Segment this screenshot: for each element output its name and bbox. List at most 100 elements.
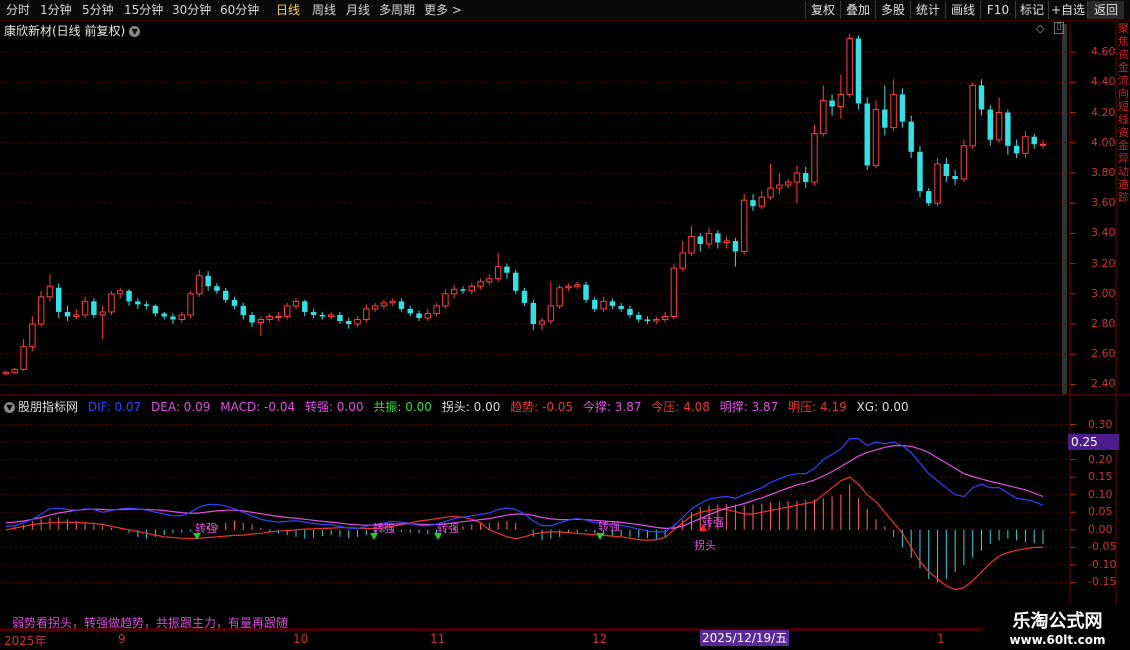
candle-body-up	[820, 99, 827, 135]
candle-body-down	[126, 290, 132, 302]
candle-body-down	[987, 109, 993, 140]
candle-body-down	[319, 314, 326, 317]
candle-body-down	[926, 191, 932, 204]
candle-body-up	[653, 318, 660, 322]
price-tick-label: 3.60	[1091, 196, 1116, 210]
candle-body-down	[864, 103, 870, 166]
candle-body-down	[1031, 136, 1037, 145]
candle-body-down	[231, 299, 238, 306]
candle-body-down	[222, 290, 229, 300]
side-text: 聚焦资金流向短线资金异动追踪	[1118, 22, 1129, 204]
candle-body-down	[56, 287, 62, 312]
date-label: 12	[592, 632, 608, 646]
date-label: 9	[118, 632, 126, 646]
candle-body-up	[670, 267, 678, 317]
selected-date: 2025/12/19/五	[700, 630, 790, 646]
candle-body-up	[723, 240, 730, 243]
date-label: 2025年	[4, 634, 47, 648]
candle-body-up	[450, 288, 458, 295]
candle-body-up	[960, 145, 968, 180]
price-tick-label: 2.60	[1091, 347, 1116, 361]
candle-body-up	[995, 112, 1003, 141]
candle-body-down	[302, 301, 308, 312]
candle-body-up	[178, 314, 185, 320]
candle-body-up	[327, 314, 335, 317]
candle-body-up	[740, 199, 748, 253]
candle-body-up	[767, 187, 774, 198]
candle-body-down	[899, 94, 906, 122]
candle-body-up	[371, 305, 379, 310]
candle-body-down	[978, 85, 985, 110]
candle-body-down	[504, 266, 510, 273]
candle-body-down	[732, 240, 739, 252]
candle-body-up	[574, 284, 581, 287]
slogan-text: 弱势看拐头，转强做趋势，共振跟主力，有量再跟随	[12, 616, 289, 630]
watermark-url: www.60lt.com	[1009, 633, 1106, 647]
candle-body-up	[688, 235, 695, 254]
candle-body-up	[705, 232, 713, 245]
indicator-line: ▼ 股朋指标网 DIF: 0.07 DEA: 0.09 MACD: -0.04 转…	[4, 398, 915, 415]
candle-body-down	[592, 299, 598, 309]
candle-body-down	[1013, 145, 1020, 154]
candle-body-up	[486, 278, 493, 283]
candle-body-down	[135, 301, 141, 305]
candle-body-down	[802, 172, 809, 183]
signal-label: 转强	[195, 522, 217, 535]
macd-tick-label: -0.05	[1088, 540, 1117, 554]
candle-body-up	[846, 38, 853, 95]
candle-body-down	[882, 109, 888, 128]
candle-body-up	[837, 93, 845, 108]
candle-body-up	[776, 184, 783, 189]
candle-body-up	[389, 300, 396, 304]
candle-body-down	[952, 175, 958, 180]
candle-body-up	[872, 109, 880, 166]
candle-body-down	[240, 305, 247, 315]
candle-body-down	[750, 200, 756, 207]
price-tick-label: 4.40	[1091, 75, 1116, 89]
signal-label: 转强	[702, 516, 724, 529]
candle-body-up	[11, 368, 19, 373]
signal-label: 转强	[437, 522, 459, 535]
indicator-name: 股朋指标网	[18, 400, 79, 414]
candle-body-down	[618, 305, 624, 309]
candle-body-down	[416, 313, 422, 318]
price-tick-label: 3.00	[1091, 286, 1116, 300]
zhuanqiang-value: 转强: 0.00	[304, 400, 364, 414]
chart-canvas[interactable]	[0, 0, 1130, 650]
candle-body-up	[29, 323, 36, 348]
date-label: 11	[430, 632, 446, 646]
date-label: 1	[937, 632, 945, 646]
macd-tick-label: 0.30	[1088, 417, 1113, 431]
guaitou-value: 拐头: 0.00	[441, 400, 501, 414]
candle-body-up	[283, 305, 291, 317]
candle-body-up	[547, 305, 555, 322]
candle-body-down	[398, 301, 405, 309]
candle-body-up	[433, 305, 440, 314]
candle-body-down	[829, 100, 835, 107]
window-icon[interactable]: ▯	[1054, 22, 1064, 34]
candle-body-down	[346, 321, 352, 325]
candle-body-up	[266, 315, 273, 320]
candle-body-down	[627, 308, 633, 315]
price-tick-label: 3.40	[1091, 226, 1116, 240]
candle-body-up	[424, 312, 432, 319]
dif-value: DIF: 0.07	[87, 400, 142, 414]
candle-body-up	[679, 252, 686, 269]
candle-body-down	[205, 275, 211, 287]
candle-body-down	[715, 233, 721, 243]
macd-tick-label: -0.10	[1088, 557, 1117, 571]
chevron-down-icon[interactable]: ▼	[4, 402, 15, 413]
candle-body-down	[407, 308, 413, 314]
candle-body-up	[380, 302, 388, 307]
tomorrow-resist-value: 明压: 4.19	[788, 400, 847, 414]
candle-body-up	[477, 281, 484, 287]
candle-body-up	[468, 285, 475, 292]
candle-body-down	[170, 316, 176, 320]
candle-body-down	[152, 305, 159, 314]
candle-body-down	[636, 314, 642, 320]
xg-value: XG: 0.00	[856, 400, 909, 414]
candle-body-up	[556, 287, 563, 307]
macd-tick-label: 0.15	[1088, 470, 1113, 484]
diamond-icon[interactable]: ◇	[1036, 22, 1044, 35]
candle-body-up	[2, 371, 10, 375]
